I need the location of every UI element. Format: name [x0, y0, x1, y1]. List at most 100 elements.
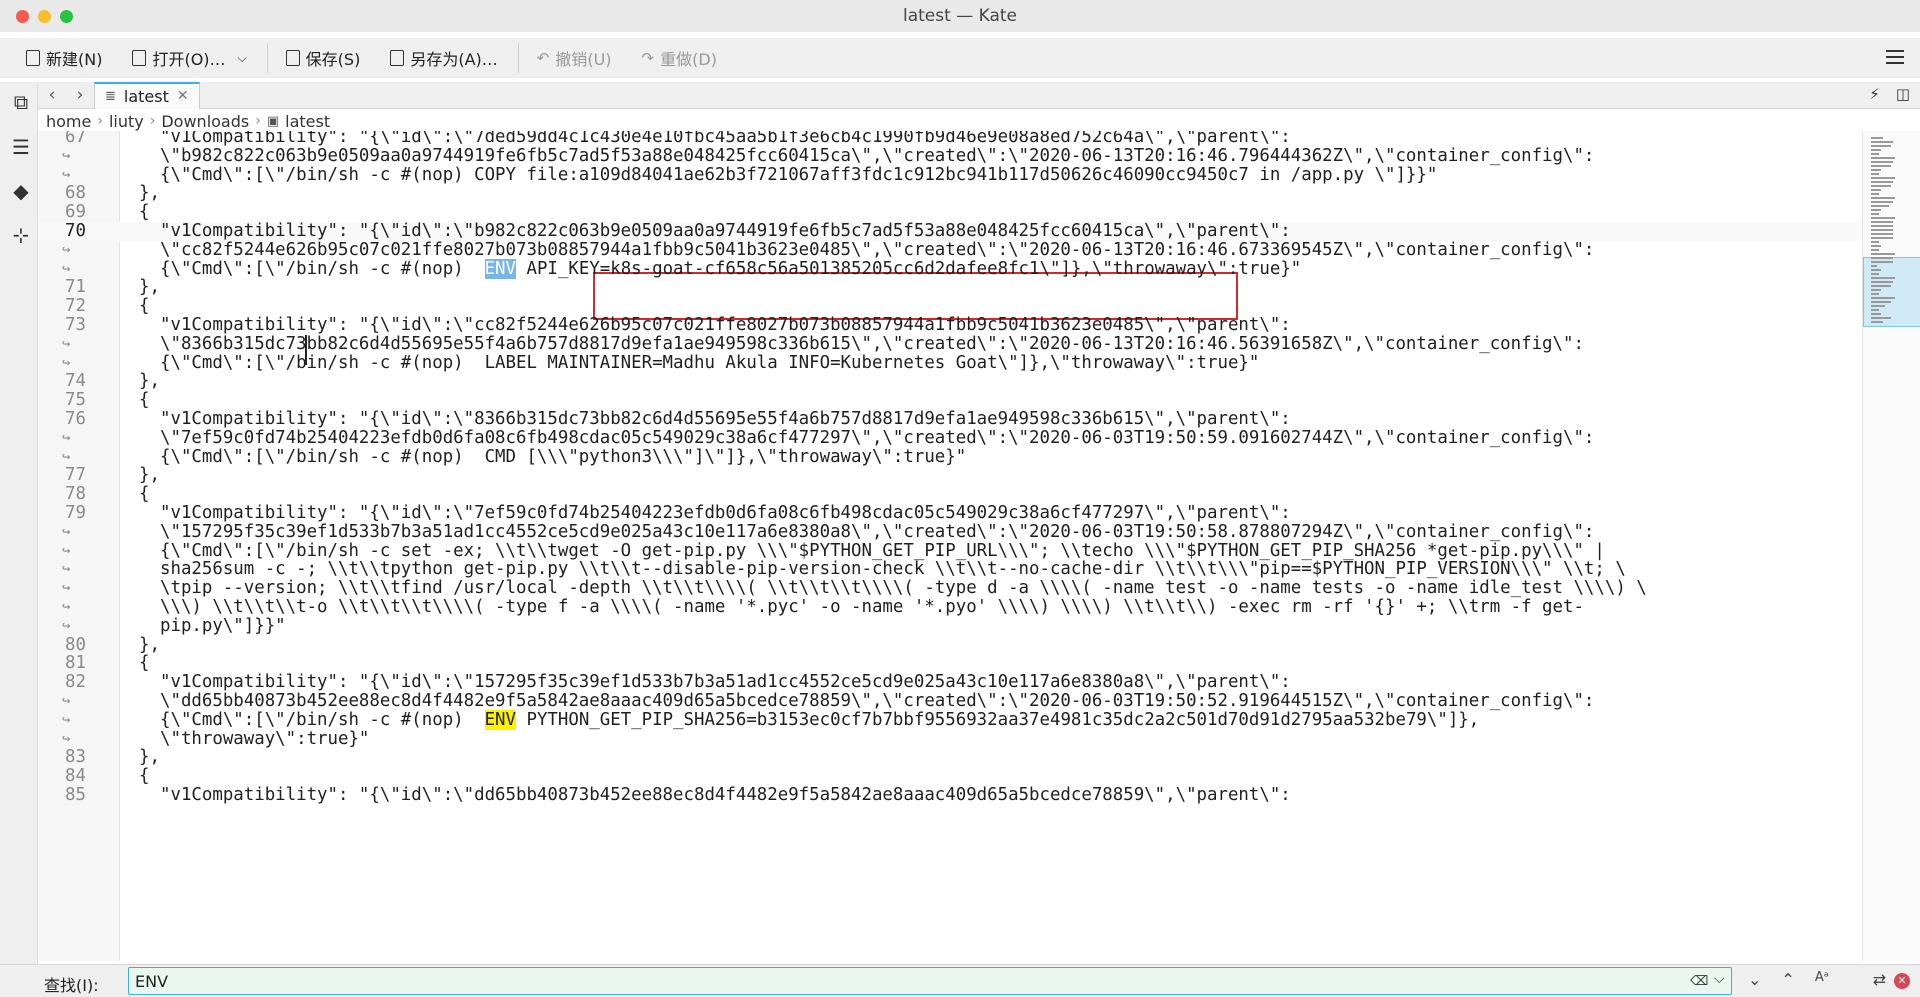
chevron-down-icon[interactable]: ⌵ [238, 51, 247, 66]
editor-line[interactable]: ↪ {\"Cmd\":[\"/bin/sh -c set -ex; \\t\\tw… [38, 541, 1860, 561]
find-previous-icon[interactable]: ⌃ [1781, 970, 1794, 989]
editor-line[interactable]: 69 { [38, 203, 1860, 222]
minimap-line [1871, 269, 1881, 271]
clear-input-icon[interactable]: ⌫ [1690, 974, 1708, 989]
editor-line[interactable]: ↪ \"cc82f5244e626b95c07c021ffe8027b073b08… [38, 240, 1860, 260]
split-view-icon[interactable]: ◫ [1896, 85, 1910, 103]
editor-line[interactable]: 78 { [38, 485, 1860, 504]
code-text: API_KEY=k8s-goat-cf658c56a501385205cc6d2… [516, 258, 1302, 279]
editor-line[interactable]: 77}, [38, 466, 1860, 485]
editor-line[interactable]: ↪ \"dd65bb40873b452ee88ec8d4f4482e9f5a584… [38, 692, 1860, 711]
title-bar: latest — Kate [0, 0, 1920, 32]
editor-line[interactable]: 81 { [38, 654, 1860, 673]
documents-icon[interactable]: ⧉ [10, 92, 32, 114]
maximize-window-button[interactable] [60, 10, 73, 23]
line-number: 68 [65, 183, 86, 204]
wrap-indicator-icon: ↪ [62, 354, 71, 371]
history-dropdown-icon[interactable]: ⌵ [1714, 971, 1725, 987]
editor-line[interactable]: 82 "v1Compatibility": "{\"id\":\"157295f3… [38, 673, 1860, 692]
editor-line[interactable]: 80}, [38, 635, 1860, 655]
project-tree-icon[interactable]: ⊹ [10, 225, 32, 247]
advanced-mode-icon[interactable]: ⇄ [1873, 970, 1886, 989]
minimap-line [1871, 153, 1879, 155]
code-text: {\"Cmd\":[\"/bin/sh -c #(nop) COPY file:… [160, 164, 1438, 185]
breadcrumb-liuty[interactable]: liuty [109, 112, 144, 131]
find-next-icon[interactable]: ⌄ [1748, 970, 1761, 989]
find-input[interactable] [128, 967, 1732, 995]
editor-line[interactable]: 76 "v1Compatibility": "{\"id\":\"8366b315… [38, 410, 1860, 429]
editor-line[interactable]: 73 "v1Compatibility": "{\"id\":\"cc82f524… [38, 316, 1860, 335]
save-button[interactable]: 保存(S) [280, 43, 367, 73]
minimap-line [1871, 209, 1881, 211]
back-arrow-icon[interactable]: ‹ [38, 85, 66, 105]
wrap-indicator-icon: ↪ [62, 711, 71, 728]
minimap-line [1871, 201, 1893, 203]
line-code: { [139, 297, 149, 316]
minimap-line [1871, 217, 1895, 219]
new-button-label: 新建(N) [46, 50, 103, 69]
code-text: { [139, 484, 150, 505]
tab-latest[interactable]: ≣ latest ✕ [94, 81, 200, 109]
editor-line[interactable]: ↪ {\"Cmd\":[\"/bin/sh -c #(nop) ENV API_K… [38, 258, 1860, 279]
editor-line[interactable]: 67 "v1Compatibility": "{\"id\":\"7ded59dd… [38, 131, 1860, 147]
editor-line[interactable]: ↪ \"b982c822c063b9e0509aa0a9744919fe6fb5c… [38, 146, 1860, 166]
editor-line[interactable]: ↪ {\"Cmd\":[\"/bin/sh -c #(nop) CMD [\\\"… [38, 447, 1860, 467]
editor-line[interactable]: 72 { [38, 297, 1860, 316]
line-number: 76 [65, 409, 86, 429]
code-text: "v1Compatibility": "{\"id\":\"dd65bb4087… [160, 785, 1291, 805]
editor-line[interactable]: ↪ \"throwaway\":true}" [38, 729, 1860, 749]
editor-line[interactable]: 70 "v1Compatibility": "{\"id\":\"b982c822… [38, 222, 1860, 241]
line-code: {\"Cmd\":[\"/bin/sh -c #(nop) ENV API_KE… [160, 258, 1302, 279]
breadcrumb-downloads[interactable]: Downloads [161, 112, 249, 131]
editor-line[interactable]: 74}, [38, 372, 1860, 391]
new-button[interactable]: 新建(N) [20, 43, 108, 73]
editor-line[interactable]: 79 "v1Compatibility": "{\"id\":\"7ef59c0f… [38, 504, 1860, 523]
line-code: \"157295f35c39ef1d533b7b3a51ad1cc4552ce5… [160, 522, 1594, 542]
open-button[interactable]: 打开(O)… ⌵ [126, 43, 252, 73]
minimap-scrollbar[interactable] [1862, 131, 1920, 961]
editor-line[interactable]: 83}, [38, 748, 1860, 767]
close-window-button[interactable] [16, 10, 29, 23]
editor-line[interactable]: 68}, [38, 184, 1860, 203]
wrap-indicator-icon: ↪ [62, 580, 71, 597]
editor-line[interactable]: 85 "v1Compatibility": "{\"id\":\"dd65bb40… [38, 786, 1860, 805]
redo-button[interactable]: ↷ 重做(D) [636, 43, 723, 73]
close-find-bar-icon[interactable]: ✕ [1894, 973, 1910, 989]
tab-label: latest [123, 86, 169, 106]
git-icon[interactable]: ◆ [10, 181, 32, 203]
editor-line[interactable]: ↪ sha256sum -c -; \\t\\tpython get-pip.py… [38, 560, 1860, 579]
editor-line[interactable]: 75 { [38, 391, 1860, 410]
line-code: \"dd65bb40873b452ee88ec8d4f4482e9f5a5842… [160, 692, 1594, 711]
editor-line[interactable]: ↪ {\"Cmd\":[\"/bin/sh -c #(nop) ENV PYTHO… [38, 709, 1860, 730]
line-code: "v1Compatibility": "{\"id\":\"157295f35c… [160, 673, 1291, 692]
editor-line[interactable]: ↪ \\\) \\t\\t\\t-o \\t\\t\\t\\\\( -type f… [38, 598, 1860, 617]
quick-open-icon[interactable]: ⚡ [1869, 85, 1880, 103]
editor-line[interactable]: ↪ \tpip --version; \\t\\tfind /usr/local … [38, 579, 1860, 598]
undo-button[interactable]: ↶ 撤销(U) [531, 43, 618, 73]
minimap-line [1871, 169, 1881, 171]
editor-line[interactable]: ↪ pip.py\"]}}" [38, 616, 1860, 636]
minimize-window-button[interactable] [38, 10, 51, 23]
main-toolbar: 新建(N) 打开(O)… ⌵ 保存(S) 另存为(A)… ↶ 撤销(U) ↷ 重… [0, 38, 1920, 78]
close-tab-icon[interactable]: ✕ [177, 88, 189, 104]
breadcrumb-home[interactable]: home [46, 112, 91, 131]
save-as-button[interactable]: 另存为(A)… [384, 43, 503, 73]
editor-line[interactable]: 84 { [38, 767, 1860, 786]
editor-line[interactable]: ↪ \"157295f35c39ef1d533b7b3a51ad1cc4552ce… [38, 522, 1860, 542]
symbols-list-icon[interactable]: ☰ [10, 137, 32, 159]
editor-line[interactable]: ↪ {\"Cmd\":[\"/bin/sh -c #(nop) COPY file… [38, 164, 1860, 185]
code-text: PYTHON_GET_PIP_SHA256=b3153ec0cf7b7bbf95… [516, 709, 1480, 730]
line-code: "v1Compatibility": "{\"id\":\"dd65bb4087… [160, 786, 1291, 805]
editor-line[interactable]: ↪ {\"Cmd\":[\"/bin/sh -c #(nop) LABEL MAI… [38, 353, 1860, 373]
text-editor[interactable]: 67 "v1Compatibility": "{\"id\":\"7ded59dd… [38, 131, 1860, 961]
match-case-icon[interactable]: Aᵃ [1815, 970, 1829, 989]
editor-line[interactable]: ↪ \"7ef59c0fd74b25404223efdb0d6fa08c6fb49… [38, 428, 1860, 448]
editor-line[interactable]: 71}, [38, 278, 1860, 297]
forward-arrow-icon[interactable]: › [66, 85, 94, 105]
line-code: }, [139, 748, 160, 767]
editor-line[interactable]: ↪ \"8366b315dc73bb82c6d4d55695e55f4a6b757… [38, 334, 1860, 354]
breadcrumb-latest[interactable]: latest [285, 112, 330, 131]
wrap-indicator-icon: ↪ [62, 335, 71, 352]
hamburger-menu-icon[interactable] [1886, 50, 1904, 68]
minimap-line [1871, 233, 1893, 235]
